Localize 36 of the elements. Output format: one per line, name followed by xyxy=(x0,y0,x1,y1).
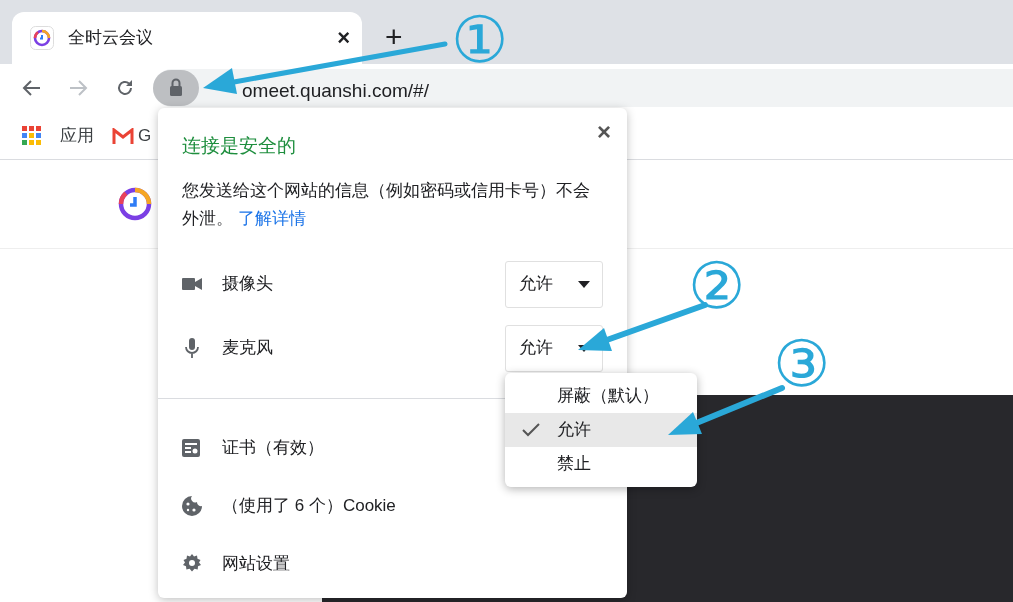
dropdown-option[interactable]: 屏蔽（默认） xyxy=(505,379,697,413)
browser-tab[interactable]: 全时云会议 × xyxy=(12,12,362,64)
learn-more-link[interactable]: 了解详情 xyxy=(237,208,306,228)
bookmark-label[interactable]: 应用 xyxy=(60,122,94,149)
back-icon[interactable] xyxy=(22,78,42,98)
address-bar[interactable]: omeet.quanshi.com/#/ xyxy=(153,69,1013,107)
permission-label: 摄像头 xyxy=(222,273,274,296)
site-info-item[interactable]: 网站设置 xyxy=(182,534,627,593)
caret-icon xyxy=(578,280,590,288)
site-logo-icon xyxy=(117,186,153,222)
lock-icon[interactable] xyxy=(153,70,199,106)
dropdown-option[interactable]: 允许 xyxy=(505,413,697,447)
bookmark-label[interactable]: G xyxy=(138,122,152,149)
check-icon xyxy=(522,423,540,437)
permission-label: 麦克风 xyxy=(222,337,274,360)
reload-icon[interactable] xyxy=(115,78,135,98)
dropdown-option[interactable]: 禁止 xyxy=(505,447,697,481)
url-text: omeet.quanshi.com/#/ xyxy=(242,78,429,103)
tab-title: 全时云会议 xyxy=(68,27,154,50)
apps-grid-icon xyxy=(22,125,42,146)
settings-icon xyxy=(182,553,202,574)
permission-select[interactable]: 允许 xyxy=(505,260,603,308)
close-tab-button[interactable]: × xyxy=(337,27,350,49)
close-button[interactable]: × xyxy=(597,120,611,144)
popup-title: 连接是安全的 xyxy=(182,134,296,158)
new-tab-button[interactable]: + xyxy=(385,22,403,52)
description-text: 您发送给这个网站的信息（例如密码或信用卡号）不会外泄。 了解详情 xyxy=(182,179,591,230)
mail-icon xyxy=(112,127,134,144)
step-number: ① xyxy=(451,8,508,72)
certificate-icon xyxy=(182,438,200,457)
step-number: ② xyxy=(688,254,745,318)
step-number: ③ xyxy=(773,332,830,396)
microphone-icon xyxy=(182,337,202,359)
app-logo-icon xyxy=(30,26,54,50)
camera-icon xyxy=(182,277,202,291)
cookie-icon xyxy=(182,495,202,516)
